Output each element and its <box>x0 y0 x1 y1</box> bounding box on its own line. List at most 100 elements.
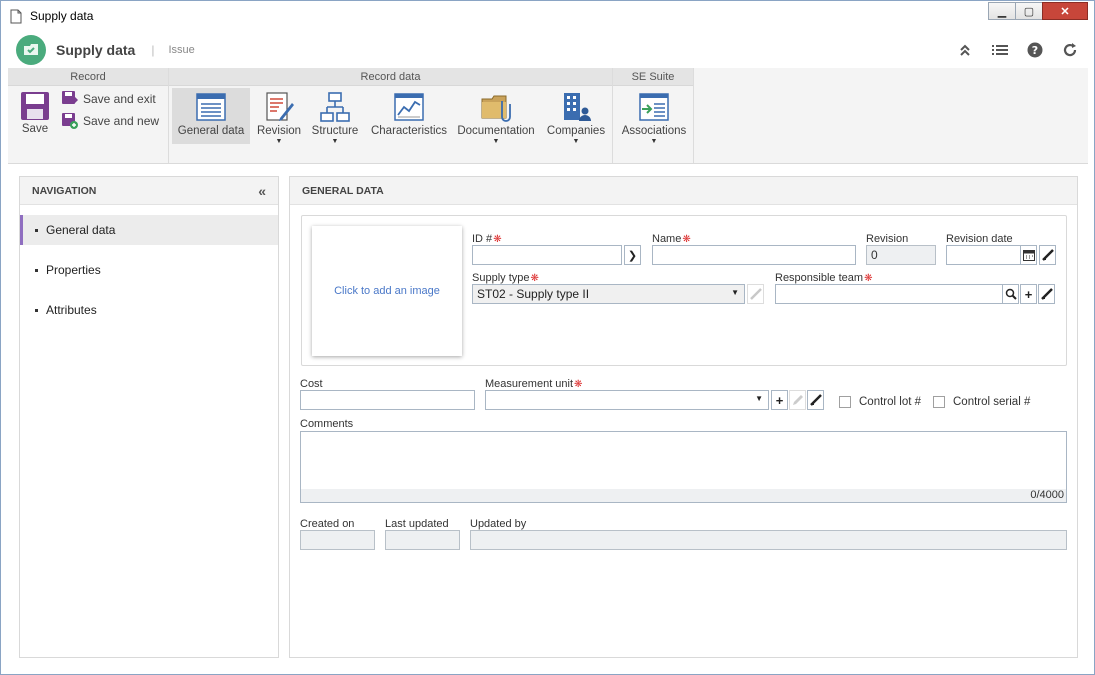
ribbon-group-title: Record data <box>169 68 612 86</box>
control-serial-checkbox[interactable] <box>933 396 945 408</box>
associations-dropdown-caret: ▼ <box>650 138 658 145</box>
calendar-icon <box>1022 250 1035 261</box>
nav-item-properties[interactable]: Properties <box>20 255 278 285</box>
required-icon: ❋ <box>864 273 873 284</box>
save-and-new-icon <box>62 113 78 129</box>
control-serial-label: Control serial # <box>953 396 1031 408</box>
measurement-unit-select[interactable]: ▼ <box>485 390 769 410</box>
name-input[interactable] <box>652 245 856 265</box>
name-label-text: Name <box>652 233 682 245</box>
image-upload-area[interactable]: Click to add an image <box>312 226 462 356</box>
svg-text:?: ? <box>1032 44 1038 57</box>
plus-icon: + <box>775 392 784 408</box>
clear-date-button[interactable] <box>1039 245 1056 265</box>
id-input[interactable] <box>472 245 622 265</box>
app-window: Supply data ▁ ▢ ✕ Supply data | Issue ? <box>0 0 1095 675</box>
responsible-team-label-text: Responsible team <box>775 272 864 284</box>
supply-type-select[interactable]: ST02 - Supply type II ▼ <box>472 284 745 304</box>
search-team-button[interactable] <box>1002 284 1019 304</box>
save-and-new-button[interactable]: Save and new <box>62 113 159 129</box>
add-team-button[interactable]: + <box>1020 284 1037 304</box>
app-header: Supply data | Issue ? <box>8 31 1088 68</box>
comments-char-counter: 0/4000 <box>300 489 1067 503</box>
search-icon <box>1005 288 1017 300</box>
page-title: Supply data <box>56 41 136 58</box>
document-icon <box>10 9 22 23</box>
name-label: Name❋ <box>652 233 691 245</box>
clear-team-button[interactable] <box>1038 284 1055 304</box>
companies-icon <box>564 93 591 121</box>
revision-dropdown-caret: ▼ <box>275 138 283 145</box>
associations-button[interactable]: Associations ▼ <box>616 88 692 145</box>
created-on-label: Created on <box>300 518 355 530</box>
documentation-button[interactable]: Documentation ▼ <box>456 88 536 145</box>
companies-button[interactable]: Companies ▼ <box>544 88 608 145</box>
ribbon-group-record: Record Save Save and exit Save and new <box>8 68 169 163</box>
control-lot-checkbox[interactable] <box>839 396 851 408</box>
nav-item-attributes[interactable]: Attributes <box>20 295 278 325</box>
id-label-text: ID # <box>472 233 493 245</box>
dropdown-arrow-icon: ▼ <box>755 394 763 403</box>
save-button[interactable]: Save <box>12 88 58 144</box>
measurement-unit-label: Measurement unit❋ <box>485 378 582 390</box>
chevron-right-icon: ❯ <box>627 249 638 262</box>
refresh-icon[interactable] <box>1060 40 1080 60</box>
general-data-header: GENERAL DATA <box>290 177 1077 205</box>
nav-item-general-data[interactable]: General data <box>20 215 278 245</box>
required-icon: ❋ <box>530 273 539 284</box>
created-on-field <box>300 530 375 550</box>
cost-input[interactable] <box>300 390 475 410</box>
id-next-button[interactable]: ❯ <box>624 245 641 265</box>
associations-label: Associations <box>621 125 687 137</box>
companies-dropdown-caret: ▼ <box>572 138 580 145</box>
nav-item-label: General data <box>46 223 116 237</box>
revision-label: Revision <box>866 233 909 245</box>
calendar-button[interactable] <box>1020 245 1037 265</box>
documentation-dropdown-caret: ▼ <box>492 138 500 145</box>
required-icon: ❋ <box>574 379 583 390</box>
maximize-button[interactable]: ▢ <box>1015 2 1042 20</box>
ribbon-group-title: Record <box>8 68 168 86</box>
save-and-exit-button[interactable]: Save and exit <box>62 91 156 107</box>
revision-button[interactable]: Revision ▼ <box>253 88 305 145</box>
revision-date-input[interactable] <box>946 245 1021 265</box>
cost-label: Cost <box>300 378 323 390</box>
general-data-icon <box>196 93 226 121</box>
general-data-button[interactable]: General data <box>172 88 250 144</box>
navigation-panel: NAVIGATION « General data Properties Att… <box>19 176 279 658</box>
minimize-button[interactable]: ▁ <box>988 2 1015 20</box>
pencil-icon <box>792 395 803 405</box>
maximize-icon: ▢ <box>1023 5 1035 18</box>
list-icon[interactable] <box>990 40 1010 60</box>
save-label: Save <box>21 123 49 135</box>
updated-by-field <box>470 530 1067 550</box>
supply-type-label: Supply type❋ <box>472 272 539 284</box>
general-data-panel: GENERAL DATA Click to add an image ID #❋… <box>289 176 1078 658</box>
help-icon[interactable]: ? <box>1025 40 1045 60</box>
close-button[interactable]: ✕ <box>1042 2 1088 20</box>
add-unit-button[interactable]: + <box>771 390 788 410</box>
supply-type-label-text: Supply type <box>472 272 530 284</box>
collapse-panel-icon[interactable]: « <box>258 177 266 205</box>
required-icon: ❋ <box>493 234 502 245</box>
dropdown-arrow-icon: ▼ <box>731 288 739 297</box>
updated-by-label: Updated by <box>470 518 527 530</box>
companies-label: Companies <box>546 125 606 137</box>
characteristics-button[interactable]: Characteristics <box>369 88 449 144</box>
structure-dropdown-caret: ▼ <box>331 138 339 145</box>
responsible-team-input[interactable] <box>775 284 1003 304</box>
characteristics-icon <box>394 93 424 121</box>
collapse-up-icon[interactable] <box>955 40 975 60</box>
clear-unit-button[interactable] <box>807 390 824 410</box>
control-lot-label: Control lot # <box>859 396 922 408</box>
panel-title: GENERAL DATA <box>302 185 384 197</box>
minimize-icon: ▁ <box>997 5 1007 18</box>
image-placeholder-text: Click to add an image <box>334 285 440 297</box>
save-and-new-label: Save and new <box>83 114 160 128</box>
comments-textarea[interactable] <box>300 431 1067 490</box>
structure-icon <box>320 92 350 122</box>
structure-button[interactable]: Structure ▼ <box>309 88 361 145</box>
supply-type-edit-button[interactable] <box>747 284 764 304</box>
edit-unit-button[interactable] <box>789 390 806 410</box>
bullet-icon <box>35 268 38 272</box>
